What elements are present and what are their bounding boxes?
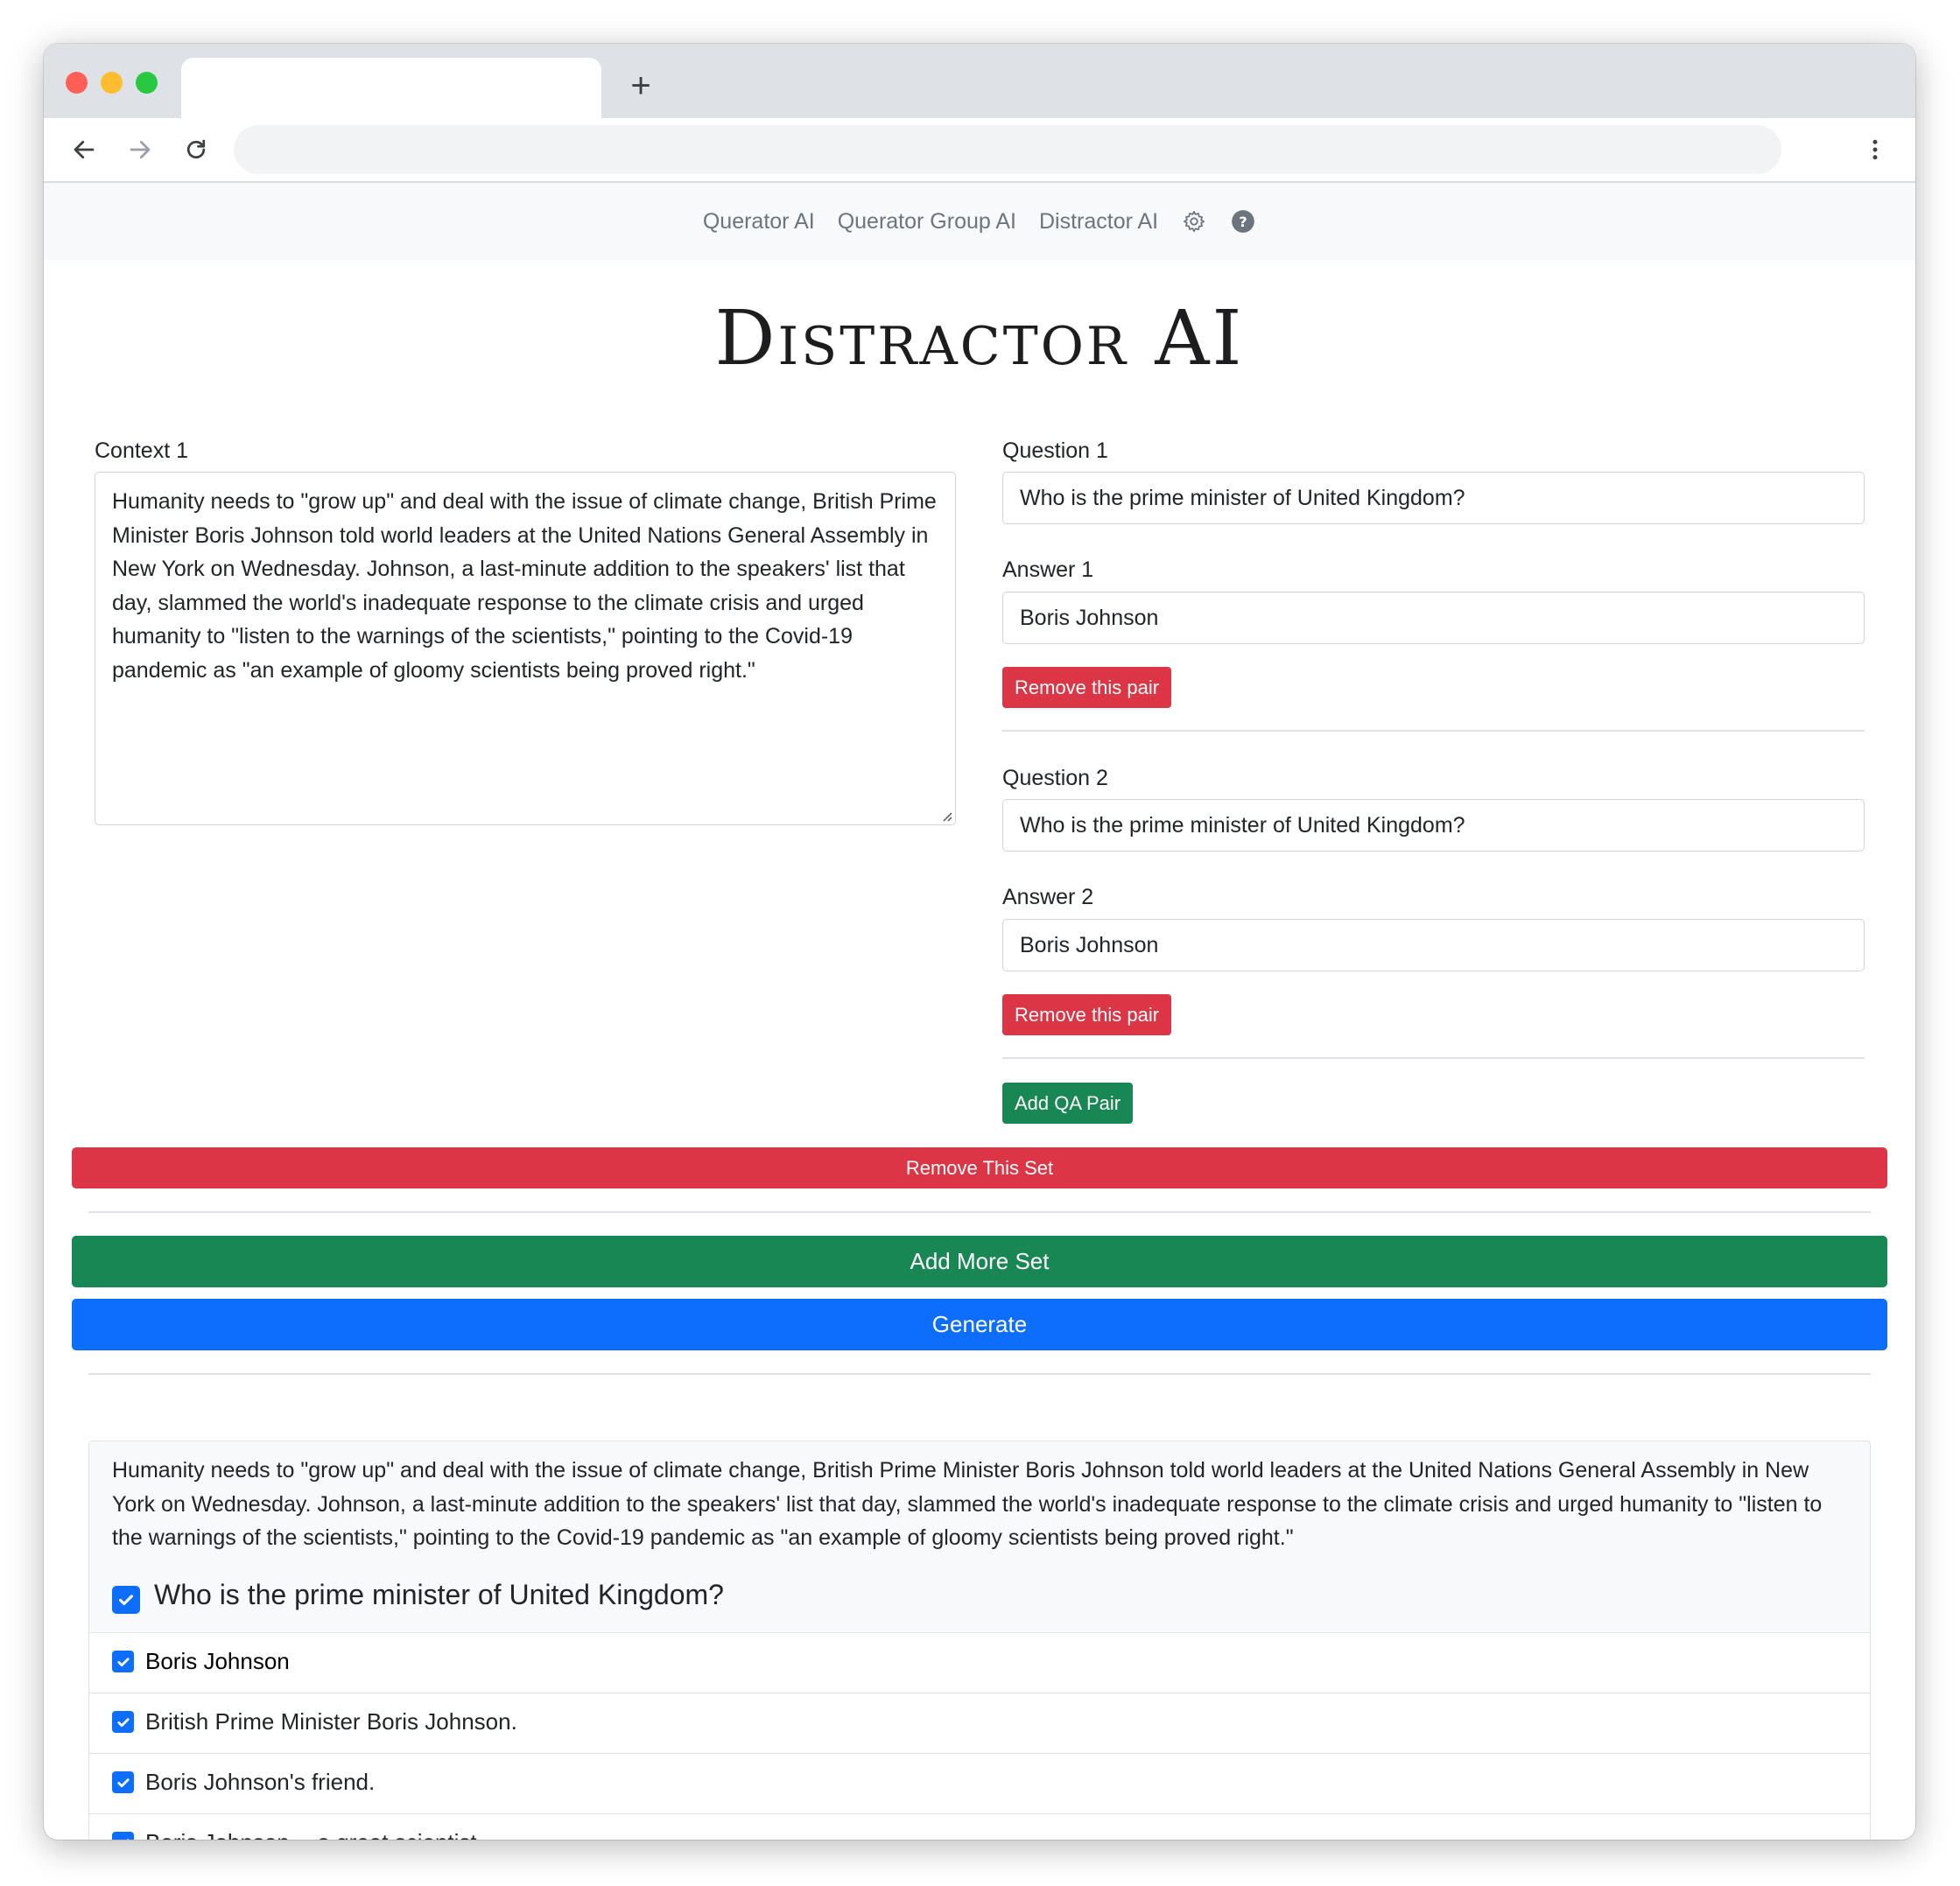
answer-option-text: British Prime Minister Boris Johnson. bbox=[145, 1708, 517, 1735]
browser-tab[interactable] bbox=[181, 58, 601, 118]
check-icon bbox=[116, 1777, 130, 1787]
context-textarea[interactable]: Humanity needs to "grow up" and deal wit… bbox=[95, 472, 956, 825]
answer-checkbox[interactable] bbox=[112, 1771, 134, 1793]
nav-link-querator-group-ai[interactable]: Querator Group AI bbox=[838, 209, 1016, 235]
result-header: Humanity needs to "grow up" and deal wit… bbox=[89, 1441, 1870, 1633]
address-bar[interactable] bbox=[234, 125, 1781, 174]
forward-arrow-icon[interactable] bbox=[119, 129, 161, 171]
maximize-window-button[interactable] bbox=[136, 72, 158, 94]
nav-link-querator-ai[interactable]: Querator AI bbox=[703, 209, 815, 235]
context-label: Context 1 bbox=[95, 438, 189, 463]
new-tab-icon[interactable]: + bbox=[620, 65, 662, 107]
answer-2-input[interactable]: Boris Johnson bbox=[1002, 919, 1865, 971]
answer-option-text: Boris Johnson's friend. bbox=[145, 1769, 376, 1795]
remove-pair-1-button[interactable]: Remove this pair bbox=[1002, 667, 1172, 708]
close-window-button[interactable] bbox=[66, 72, 88, 94]
answer-option-row: British Prime Minister Boris Johnson. bbox=[89, 1693, 1870, 1754]
browser-toolbar bbox=[44, 118, 1915, 183]
answer-1-label: Answer 1 bbox=[1002, 557, 1094, 582]
answer-option-text: Boris Johnson bbox=[145, 1648, 290, 1674]
question-2-label: Question 2 bbox=[1002, 766, 1108, 790]
svg-text:?: ? bbox=[1239, 214, 1247, 230]
answer-checkbox[interactable] bbox=[112, 1711, 134, 1733]
question-2-input[interactable]: Who is the prime minister of United King… bbox=[1002, 799, 1865, 852]
question-1-label: Question 1 bbox=[1002, 438, 1108, 463]
remove-set-button[interactable]: Remove This Set bbox=[72, 1147, 1887, 1188]
check-icon bbox=[119, 1595, 133, 1606]
divider bbox=[88, 1211, 1871, 1213]
answer-option-text: Boris Johnson -- a great scientist bbox=[145, 1829, 477, 1840]
minimize-window-button[interactable] bbox=[101, 72, 123, 94]
answer-option-row: Boris Johnson bbox=[89, 1633, 1870, 1693]
gear-icon[interactable] bbox=[1181, 208, 1207, 235]
answer-option-row: Boris Johnson's friend. bbox=[89, 1754, 1870, 1814]
result-context-text: Humanity needs to "grow up" and deal wit… bbox=[112, 1458, 1823, 1550]
reload-icon[interactable] bbox=[175, 129, 217, 171]
remove-pair-2-button[interactable]: Remove this pair bbox=[1002, 994, 1172, 1035]
browser-menu-icon[interactable] bbox=[1854, 129, 1896, 171]
context-text: Humanity needs to "grow up" and deal wit… bbox=[112, 489, 937, 683]
answer-checkbox[interactable] bbox=[112, 1651, 134, 1672]
divider bbox=[1002, 730, 1865, 732]
answer-1-input[interactable]: Boris Johnson bbox=[1002, 592, 1865, 644]
top-navbar: Querator AI Querator Group AI Distractor… bbox=[44, 183, 1915, 260]
answer-checkbox[interactable] bbox=[112, 1832, 134, 1840]
browser-window: + Querator AI Querator Group AI Distract… bbox=[44, 44, 1915, 1840]
check-icon bbox=[116, 1717, 130, 1727]
back-arrow-icon[interactable] bbox=[63, 129, 105, 171]
result-question: Who is the prime minister of United King… bbox=[154, 1579, 724, 1610]
resize-handle-icon[interactable] bbox=[940, 810, 952, 822]
generate-button[interactable]: Generate bbox=[72, 1299, 1887, 1350]
answer-option-row: Boris Johnson -- a great scientist bbox=[89, 1814, 1870, 1840]
divider bbox=[1002, 1057, 1865, 1059]
add-more-set-button[interactable]: Add More Set bbox=[72, 1236, 1887, 1287]
question-circle-icon[interactable]: ? bbox=[1230, 208, 1256, 235]
check-icon bbox=[116, 1657, 130, 1666]
page-title: Distractor AI bbox=[714, 295, 1245, 382]
answer-2-label: Answer 2 bbox=[1002, 885, 1094, 909]
divider bbox=[88, 1373, 1871, 1375]
add-qa-pair-button[interactable]: Add QA Pair bbox=[1002, 1083, 1134, 1124]
question-1-input[interactable]: Who is the prime minister of United King… bbox=[1002, 472, 1865, 524]
result-card: Humanity needs to "grow up" and deal wit… bbox=[88, 1441, 1871, 1840]
tab-strip: + bbox=[44, 44, 1915, 118]
check-icon bbox=[125, 1838, 130, 1840]
nav-link-distractor-ai[interactable]: Distractor AI bbox=[1039, 209, 1158, 235]
question-checkbox[interactable] bbox=[112, 1586, 140, 1614]
page-content: Querator AI Querator Group AI Distractor… bbox=[44, 183, 1915, 1840]
